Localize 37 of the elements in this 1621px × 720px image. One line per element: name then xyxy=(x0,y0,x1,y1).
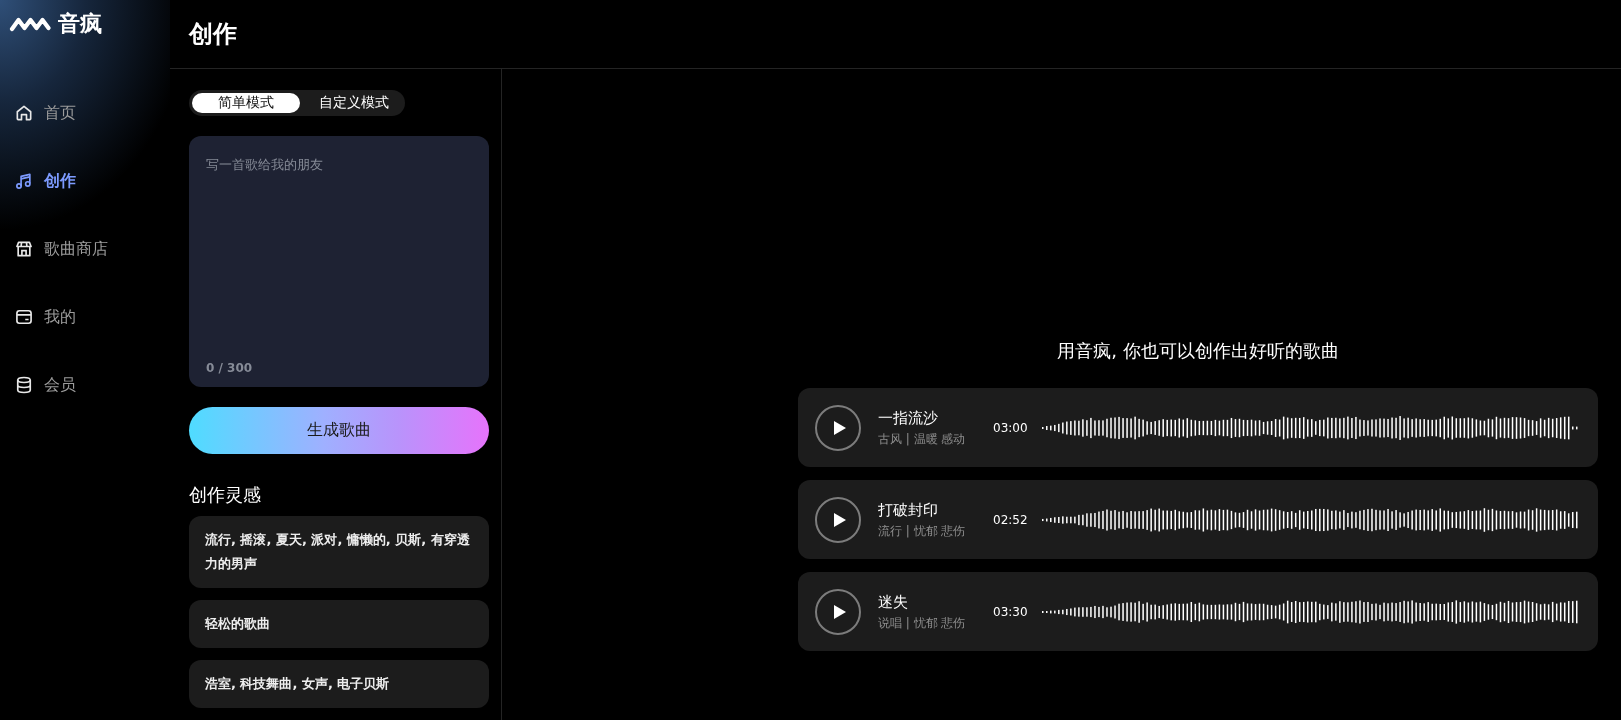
song-duration: 03:30 xyxy=(993,604,1027,619)
song-tags: 流行 | 忧郁 悲伤 xyxy=(878,521,993,540)
inspiration-card[interactable]: 轻松的歌曲 xyxy=(189,600,489,648)
sidebar-item[interactable]: 首页 xyxy=(14,101,170,125)
page-title: 创作 xyxy=(189,19,237,50)
play-icon xyxy=(833,512,846,527)
generate-button[interactable]: 生成歌曲 xyxy=(189,407,489,454)
inspiration-card[interactable]: 浩室, 科技舞曲, 女声, 电子贝斯 xyxy=(189,660,489,708)
app-name: 音疯 xyxy=(58,11,102,37)
database-icon xyxy=(14,375,34,395)
sidebar-item[interactable]: 创作 xyxy=(14,169,170,193)
song-title: 一指流沙 xyxy=(878,407,939,428)
tagline: 用音疯, 你也可以创作出好听的歌曲 xyxy=(1056,339,1340,363)
song-title: 打破封印 xyxy=(878,499,939,520)
store-icon xyxy=(14,239,34,259)
song-duration: 03:00 xyxy=(993,420,1027,435)
sidebar-item[interactable]: 歌曲商店 xyxy=(14,237,170,261)
wave-logo-icon xyxy=(9,15,51,33)
play-icon xyxy=(833,420,846,435)
wallet-icon xyxy=(14,307,34,327)
music-note-icon xyxy=(14,171,34,191)
inspiration-card[interactable]: 流行, 摇滚, 夏天, 派对, 慵懒的, 贝斯, 有穿透力的男声 xyxy=(189,516,489,588)
song-title: 迷失 xyxy=(878,591,909,612)
sidebar-item[interactable]: 我的 xyxy=(14,305,170,329)
play-button[interactable] xyxy=(815,404,861,451)
song-tags: 说唱 | 忧郁 悲伤 xyxy=(878,613,993,632)
sidebar-item[interactable]: 会员 xyxy=(14,373,170,397)
section-title: 创作灵感 xyxy=(189,484,262,506)
mode-tab[interactable]: 自定义模式 xyxy=(300,93,408,113)
mode-tab[interactable]: 简单模式 xyxy=(192,93,300,113)
home-icon xyxy=(14,103,34,123)
play-button[interactable] xyxy=(815,588,861,635)
song-duration: 02:52 xyxy=(993,512,1027,527)
play-icon xyxy=(833,604,846,619)
play-button[interactable] xyxy=(815,496,861,543)
song-tags: 古风 | 温暖 感动 xyxy=(878,429,993,448)
character-counter: 0 / 300 xyxy=(206,361,253,375)
